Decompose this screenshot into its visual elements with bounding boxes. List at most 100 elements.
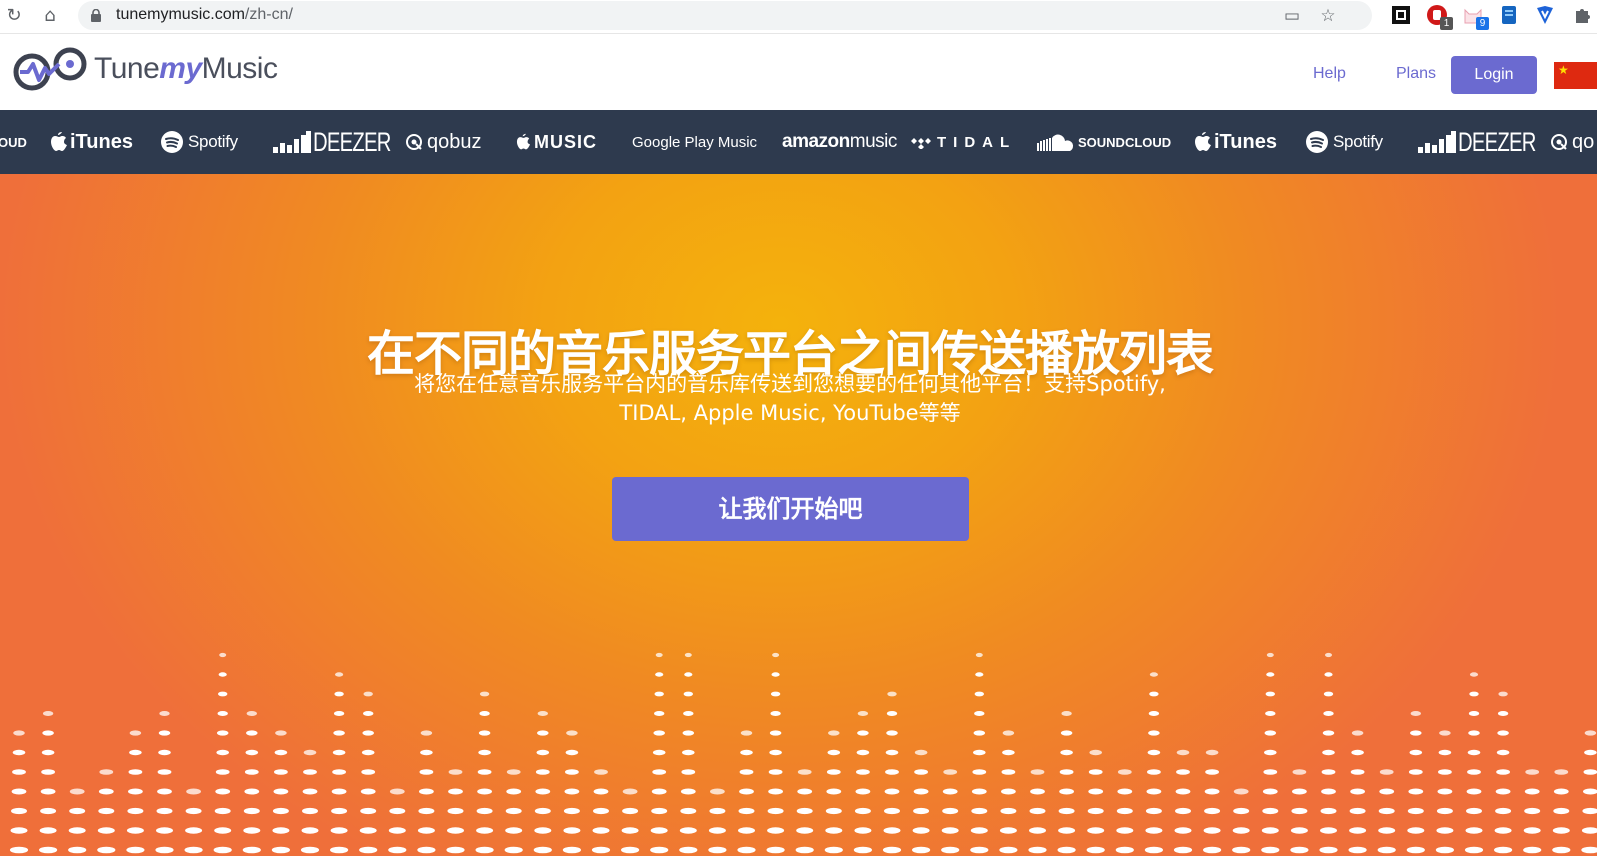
equalizer-dot <box>797 788 813 795</box>
equalizer-dot <box>1525 769 1540 775</box>
equalizer-dot <box>1262 788 1278 795</box>
equalizer-dot <box>1497 730 1509 736</box>
equalizer-dot <box>770 711 781 716</box>
equalizer-dot <box>478 749 491 756</box>
equalizer-dot <box>1554 769 1569 775</box>
logo-wordmark: TunemyMusic <box>94 52 278 85</box>
equalizer-dot <box>1582 807 1597 815</box>
equalizer-dot <box>447 807 464 815</box>
equalizer-dot <box>477 769 492 775</box>
equalizer-dot <box>1205 749 1219 756</box>
note-extension-icon[interactable] <box>1497 3 1521 27</box>
bookmark-star-icon[interactable]: ☆ <box>1317 5 1339 27</box>
equalizer-dot <box>1351 730 1364 736</box>
equalizer-dot <box>42 711 54 716</box>
equalizer-dot <box>1496 769 1510 775</box>
equalizer-dot <box>1379 769 1394 775</box>
equalizer-dot <box>1175 807 1191 815</box>
adblock-extension-icon[interactable]: 1 <box>1425 3 1453 30</box>
equalizer-dot <box>796 807 813 815</box>
equalizer-dot <box>652 749 666 756</box>
equalizer-dot <box>655 652 663 658</box>
equalizer-dot <box>1410 730 1422 736</box>
equalizer-dot <box>42 730 54 736</box>
equalizer-dot <box>302 788 318 795</box>
home-icon[interactable]: ⌂ <box>38 4 62 28</box>
equalizer-dot <box>1204 807 1221 815</box>
language-flag-icon[interactable]: ★ <box>1554 62 1597 89</box>
equalizer-dot <box>856 769 870 775</box>
qobuz-logo: qo <box>1550 110 1594 174</box>
equalizer-dot <box>565 749 579 756</box>
equalizer-dot <box>828 730 840 736</box>
equalizer-dot <box>1058 827 1076 834</box>
amazon-music-logo: amazon music <box>782 131 897 152</box>
equalizer-dot <box>334 691 344 697</box>
equalizer-dot <box>68 846 87 854</box>
equalizer-dot <box>506 788 522 795</box>
equalizer-dot <box>1002 749 1015 756</box>
equalizer-dot <box>419 788 434 795</box>
equalizer-dot <box>1148 711 1160 716</box>
equalizer-dot <box>361 749 375 756</box>
equalizer-dot <box>970 846 989 854</box>
lock-icon <box>91 9 101 22</box>
equalizer-dot <box>650 846 669 854</box>
equalizer-dot <box>129 730 142 736</box>
equalizer-dot <box>1146 788 1162 795</box>
equalizer-dot <box>1204 788 1220 795</box>
equalizer-dot <box>332 749 346 756</box>
equalizer-dot <box>825 827 843 834</box>
equalizer-dot <box>883 827 901 834</box>
get-started-button[interactable]: 让我们开始吧 <box>612 477 969 541</box>
equalizer-dot <box>1496 749 1510 756</box>
equalizer-dot <box>1203 846 1222 854</box>
equalizer-dot <box>1321 769 1336 775</box>
equalizer-dot <box>1000 807 1017 815</box>
equalizer-dot <box>824 846 843 854</box>
equalizer-dot <box>1469 672 1479 677</box>
equalizer-dot <box>683 691 693 697</box>
equalizer-dot <box>1437 788 1453 795</box>
puzzle-icon[interactable] <box>1571 3 1595 27</box>
equalizer-dot <box>566 730 578 736</box>
equalizer-dot <box>331 807 348 815</box>
equalizer-dot <box>1087 827 1105 834</box>
equalizer-dot <box>650 827 668 834</box>
equalizer-dot <box>159 711 170 716</box>
help-link[interactable]: Help <box>1313 65 1346 83</box>
equalizer-dot <box>1407 827 1425 834</box>
login-button[interactable]: Login <box>1451 56 1537 94</box>
equalizer-dot <box>1176 749 1190 756</box>
equalizer-dot <box>1438 749 1452 756</box>
equalizer-dot <box>273 788 289 795</box>
equalizer-dot <box>1262 807 1279 815</box>
equalizer-dot <box>1115 846 1134 854</box>
equalizer-dot <box>41 769 55 775</box>
equalizer-dot <box>710 788 725 795</box>
equalizer-dot <box>767 807 784 815</box>
cat-extension-icon[interactable]: 9 <box>1461 3 1489 30</box>
equalizer-dot <box>738 827 755 834</box>
equalizer-dot <box>155 846 174 854</box>
cast-icon[interactable]: ▭ <box>1281 5 1303 27</box>
plans-link[interactable]: Plans <box>1396 65 1436 83</box>
equalizer-dot <box>1264 749 1277 756</box>
site-logo[interactable]: TunemyMusic <box>12 46 278 92</box>
equalizer-dot <box>535 769 550 775</box>
equalizer-dot <box>853 846 873 854</box>
reload-icon[interactable]: ↻ <box>2 4 26 28</box>
apple-icon <box>51 132 67 151</box>
equalizer-dot <box>1265 711 1276 716</box>
equalizer-dot <box>1584 749 1597 756</box>
qr-extension-icon[interactable] <box>1389 3 1413 27</box>
equalizer-dot <box>1059 769 1074 775</box>
equalizer-dot <box>1029 827 1046 834</box>
equalizer-dot <box>882 846 902 854</box>
equalizer-dot <box>682 749 695 756</box>
spotify-icon <box>1306 131 1328 153</box>
equalizer-dot <box>1173 846 1193 854</box>
shield-extension-icon[interactable] <box>1533 3 1557 27</box>
address-bar[interactable]: tunemymusic.com/zh-cn/ ▭ ☆ <box>78 1 1372 30</box>
equalizer-dot <box>942 788 958 795</box>
